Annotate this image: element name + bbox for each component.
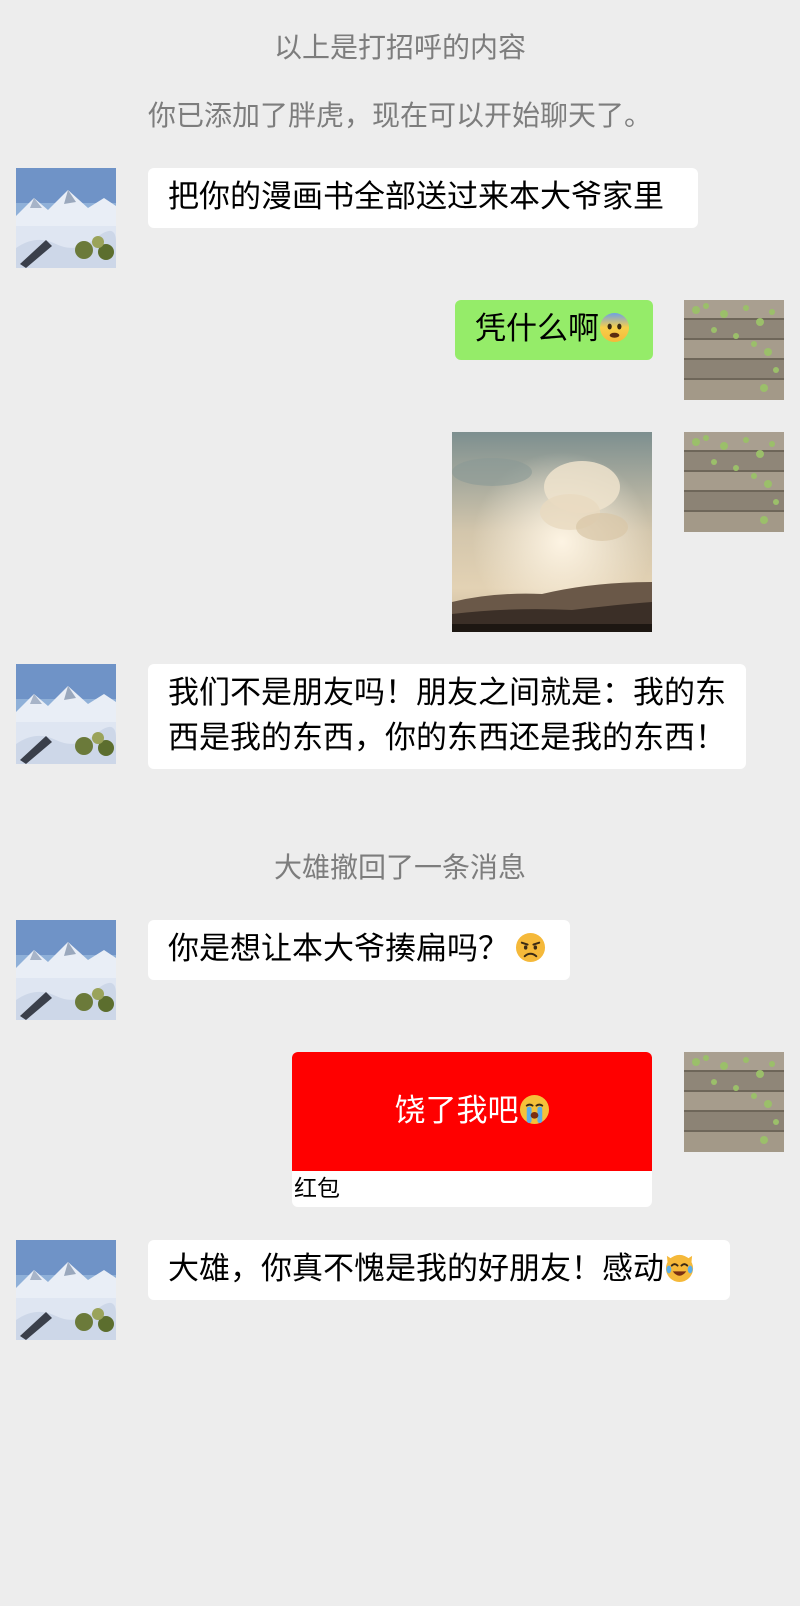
snowy-mountain-avatar [16, 920, 116, 1020]
system-notice-greeting: 以上是打招呼的内容 [273, 31, 526, 64]
angry-face-icon [515, 932, 546, 963]
message-text: 你是想让本大爷揍扁吗？ [168, 931, 509, 967]
sunset-clouds-photo[interactable] [452, 432, 652, 632]
my-avatar[interactable] [684, 300, 784, 400]
red-packet-message: 饶了我吧 [394, 1093, 519, 1129]
message-bubble-incoming[interactable]: 你是想让本大爷揍扁吗？ [148, 920, 570, 980]
message-text: 把你的漫画书全部送过来本大爷家里 [168, 179, 664, 215]
friend-avatar[interactable] [16, 920, 116, 1020]
system-notice-recalled: 大雄撤回了一条消息 [273, 851, 526, 884]
message-bubble-incoming[interactable]: 我们不是朋友吗！朋友之间就是：我的东西是我的东西，你的东西还是我的东西！ [148, 664, 746, 769]
snowy-mountain-avatar [16, 664, 116, 764]
red-packet-cover: 饶了我吧 [292, 1052, 652, 1171]
friend-avatar[interactable] [16, 1240, 116, 1340]
my-avatar[interactable] [684, 1052, 784, 1152]
fearful-face-icon [599, 312, 630, 343]
loudly-crying-face-icon [519, 1094, 550, 1125]
cat-tears-of-joy-icon [664, 1252, 695, 1283]
message-text: 凭什么啊 [475, 311, 599, 347]
snowy-mountain-avatar [16, 168, 116, 268]
message-bubble-incoming[interactable]: 把你的漫画书全部送过来本大爷家里 [148, 168, 698, 228]
my-avatar[interactable] [684, 432, 784, 532]
friend-avatar[interactable] [16, 168, 116, 268]
red-packet-label: 红包 [294, 1176, 340, 1202]
snowy-mountain-avatar [16, 1240, 116, 1340]
message-bubble-outgoing[interactable]: 凭什么啊 [455, 300, 653, 360]
system-notice-friend-added: 你已添加了胖虎，现在可以开始聊天了。 [147, 99, 652, 132]
message-bubble-incoming[interactable]: 大雄，你真不愧是我的好朋友！感动 [148, 1240, 730, 1300]
message-text: 我们不是朋友吗！朋友之间就是：我的东西是我的东西，你的东西还是我的东西！ [168, 675, 726, 756]
wooden-fence-vines-avatar [684, 432, 784, 532]
red-packet-card[interactable]: 饶了我吧 红包 [292, 1052, 652, 1207]
message-text: 大雄，你真不愧是我的好朋友！感动 [168, 1251, 664, 1287]
wooden-fence-vines-avatar [684, 1052, 784, 1152]
wooden-fence-vines-avatar [684, 300, 784, 400]
friend-avatar[interactable] [16, 664, 116, 764]
